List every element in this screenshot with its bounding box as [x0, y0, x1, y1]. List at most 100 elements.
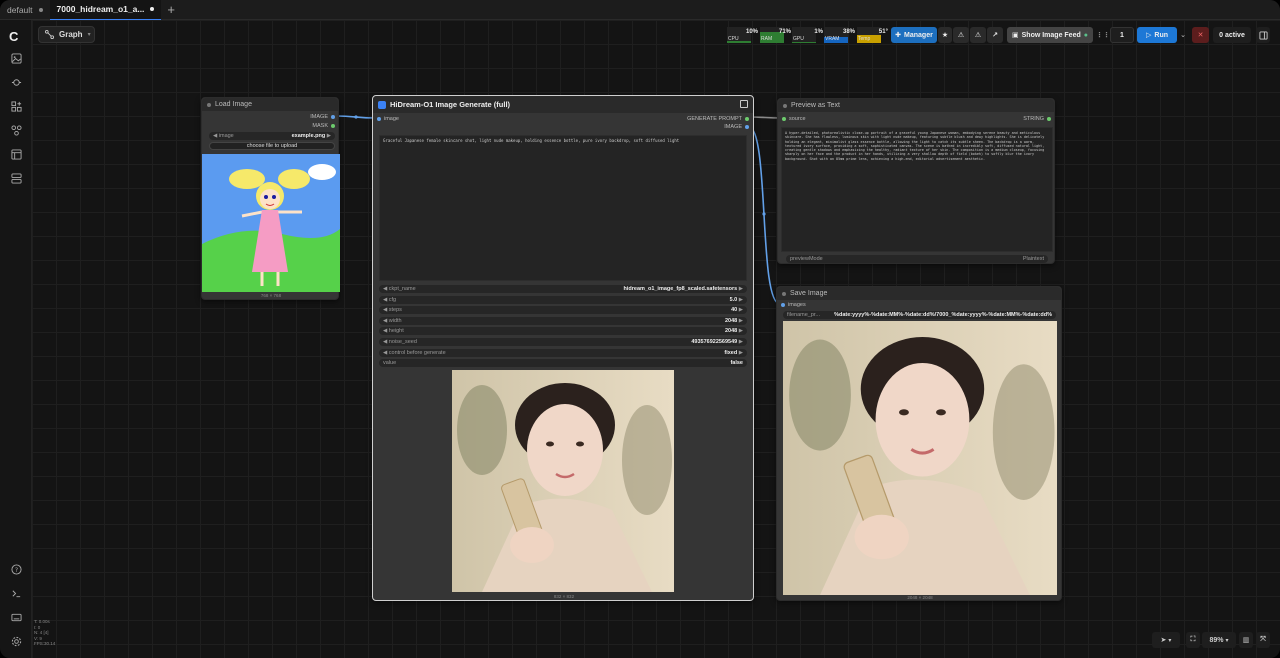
templates-icon[interactable] [10, 172, 22, 184]
meter-vram: VRAM 38% [824, 27, 855, 43]
load-image-node[interactable]: Load Image IMAGE MASK ◀ image example.pn… [201, 97, 340, 300]
prompt-textarea[interactable]: Graceful Japanese female skincare shot, … [379, 135, 747, 281]
widget-ckpt_name[interactable]: ◀ ckpt_name hidream_o1_image_fp8_scaled.s… [379, 285, 747, 293]
keyboard-icon[interactable] [10, 611, 22, 623]
unsaved-dot-icon [38, 7, 43, 12]
drag-handle-icon[interactable]: ⋮⋮ [1096, 27, 1110, 43]
workflows-icon[interactable] [10, 148, 22, 160]
graph-icon [45, 30, 54, 39]
output-slot-image[interactable]: IMAGE [310, 114, 335, 120]
widget-cfg[interactable]: ◀ cfg 5.0 ▶ [379, 295, 747, 304]
preview-mode-widget[interactable]: previewMode Plaintext [786, 255, 1048, 263]
collapse-dot-icon[interactable] [783, 103, 787, 108]
widget-control-before-generate[interactable]: ◀ control before generate fixed ▶ [379, 348, 747, 357]
image-select-widget[interactable]: ◀ image example.png ▶ [209, 132, 335, 140]
queue-history-icon[interactable] [10, 76, 22, 88]
output-slot-mask[interactable]: MASK [312, 123, 335, 129]
widget-value: %date:yyyy%-%date:MM%-%date:dd%/7000_%da… [834, 312, 1052, 318]
filename-prefix-widget[interactable]: filename_pr... %date:yyyy%-%date:MM%-%da… [783, 311, 1056, 319]
upload-label: choose file to upload [246, 143, 298, 149]
output-slot-string[interactable]: STRING [1023, 116, 1051, 122]
cancel-button[interactable]: ✕ [1192, 27, 1209, 43]
collapse-dot-icon[interactable] [207, 102, 211, 107]
star-button[interactable]: ★ [938, 27, 952, 43]
queue-count-input[interactable]: 1 [1110, 27, 1134, 43]
tab-default[interactable]: default [0, 0, 50, 20]
meter-value: 38% [842, 29, 855, 35]
save-image-node[interactable]: Save Image images filename_pr... %date:y… [776, 286, 1062, 601]
image-dimensions: 768 × 768 [260, 293, 282, 298]
node-warning-button[interactable]: ⚠ [953, 27, 969, 43]
output-slot-image[interactable]: IMAGE [724, 124, 749, 130]
widget-width[interactable]: ◀ width 2048 ▶ [379, 316, 747, 325]
app-window: default 7000_hidream_o1_a... + C ? Graph… [0, 0, 1280, 658]
tab-bar: default 7000_hidream_o1_a... + [0, 0, 1280, 20]
meter-label: CPU [728, 36, 739, 42]
node-title-bar[interactable]: Load Image [202, 98, 338, 111]
node-library-icon[interactable] [10, 100, 22, 112]
toggle-panel-button[interactable] [1256, 27, 1270, 43]
svg-text:?: ? [14, 565, 17, 573]
new-tab-plus-icon[interactable]: + [161, 2, 181, 17]
preview-text-area[interactable]: A hyper-detailed, photorealistic close-u… [781, 127, 1053, 252]
show-image-feed-button[interactable]: ▣ Show Image Feed ● [1007, 27, 1093, 43]
puzzle-icon: ✚ [895, 32, 902, 39]
chevron-down-icon: ▾ [87, 32, 91, 38]
widget-height[interactable]: ◀ height 2048 ▶ [379, 327, 747, 336]
model-warning-button[interactable]: ⚠ [970, 27, 986, 43]
fit-view-button[interactable]: ⛶ [1186, 632, 1200, 648]
widget-noise_seed[interactable]: ◀ noise_seed 493576922569549 ▶ [379, 338, 747, 346]
meter-gpu: GPU 1% [792, 27, 823, 43]
meter-value: 1% [814, 29, 823, 35]
meter-label: VRAM [825, 36, 840, 42]
manager-label: Manager [904, 31, 933, 39]
tab-workflow[interactable]: 7000_hidream_o1_a... [49, 0, 162, 20]
widget-steps[interactable]: ◀ steps 40 ▶ [379, 306, 747, 315]
input-slot-image[interactable]: image [377, 116, 399, 122]
widget-label: value [383, 360, 397, 367]
help-icon[interactable]: ? [10, 563, 22, 575]
tab-label: default [7, 4, 33, 15]
minimap-button[interactable]: ▥ [1239, 632, 1253, 648]
active-queue-indicator[interactable]: 0 active [1213, 27, 1251, 43]
image-library-icon[interactable] [10, 52, 22, 64]
input-slot-images[interactable]: images [781, 302, 806, 308]
manager-button[interactable]: ✚ Manager [891, 27, 937, 43]
preview-as-text-node[interactable]: Preview as Text source STRING A hyper-de… [777, 98, 1055, 264]
widget-value: 2048 [724, 317, 738, 324]
input-image-preview [202, 154, 340, 292]
model-library-icon[interactable] [10, 124, 22, 136]
graph-mode-button[interactable]: Graph ▾ [38, 26, 95, 43]
node-title: Save Image [790, 290, 828, 297]
hidream-generate-node[interactable]: HiDream-O1 Image Generate (full) image G… [372, 95, 754, 601]
widget-value: 40 [731, 307, 738, 314]
output-slot-prompt[interactable]: GENERATE PROMPT [687, 116, 749, 122]
zoom-control[interactable]: 89% ▾ [1202, 632, 1236, 648]
run-options-chevron-icon[interactable]: ⌄ [1178, 27, 1188, 43]
slot-label: IMAGE [724, 124, 742, 130]
node-title-bar[interactable]: Save Image [777, 287, 1061, 300]
slot-dot-icon [331, 115, 335, 119]
node-title: Load Image [215, 101, 252, 108]
select-tool-button[interactable]: ➤ ▾ [1152, 632, 1180, 648]
left-sidebar: C ? [0, 20, 32, 658]
meter-label: Temp [858, 36, 871, 42]
expand-icon: ⤧ [1260, 636, 1266, 643]
collapse-dot-icon[interactable] [782, 291, 786, 296]
comfy-logo-icon[interactable]: C [9, 29, 18, 44]
terminal-icon[interactable] [10, 587, 22, 599]
slot-label: GENERATE PROMPT [687, 116, 742, 122]
share-button[interactable]: ↗ [987, 27, 1003, 43]
input-slot-source[interactable]: source [782, 116, 806, 122]
arrow-left-icon: ◀ [213, 133, 218, 139]
focus-mode-button[interactable]: ⤧ [1256, 632, 1270, 648]
node-title-bar[interactable]: HiDream-O1 Image Generate (full) [373, 96, 753, 113]
run-button[interactable]: ▷ Run [1137, 27, 1177, 43]
node-title-bar[interactable]: Preview as Text [778, 99, 1054, 112]
arrow-right-icon: ▶ [738, 349, 743, 356]
expand-image-icon[interactable] [740, 100, 748, 108]
widget-value[interactable]: value false [379, 359, 747, 368]
settings-gear-icon[interactable] [10, 635, 22, 647]
upload-button[interactable]: choose file to upload [209, 142, 335, 150]
meter-value: 51° [878, 29, 888, 35]
